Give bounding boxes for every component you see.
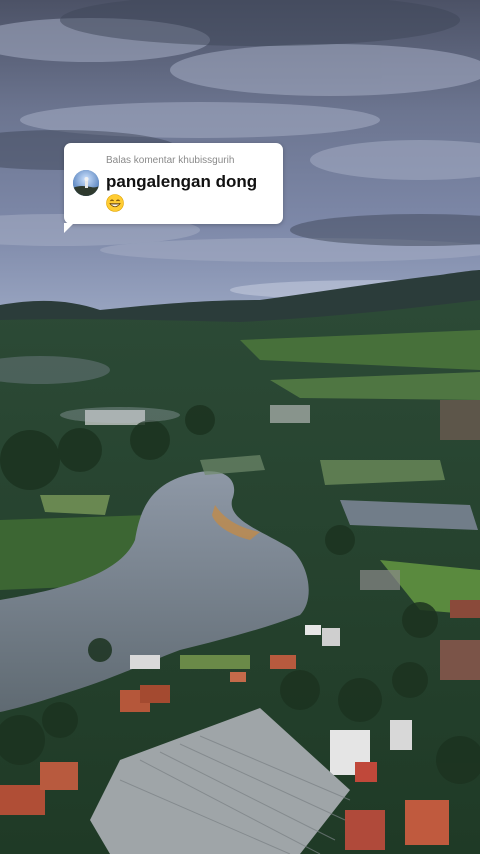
grinning-face-emoji-icon	[106, 194, 124, 212]
avatar-photo-icon	[73, 170, 99, 196]
video-frame: Balas komentar khubissgurih pangalengan …	[0, 0, 480, 854]
aerial-lake-village-photo	[0, 0, 480, 854]
avatar[interactable]	[73, 170, 99, 196]
comment-reply-sticker[interactable]: Balas komentar khubissgurih pangalengan …	[64, 143, 283, 233]
comment-text: pangalengan dong	[106, 172, 258, 191]
bubble-tail	[64, 223, 74, 233]
reply-header: Balas komentar khubissgurih	[106, 155, 235, 166]
